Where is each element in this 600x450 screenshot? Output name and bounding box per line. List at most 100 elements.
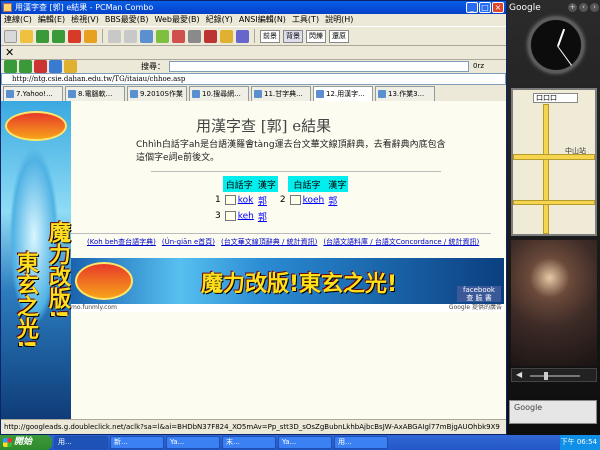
copy-icon[interactable] — [108, 29, 121, 43]
title-bar[interactable]: 用漢字查 [郭] e結果 - PCMan Combo _ □ × — [1, 1, 506, 14]
taskbar: 開始 用... 新... Ya... 末... Ya... 用... 下午 06… — [0, 435, 600, 450]
link-taigi-dictionary[interactable]: (Koh beh查台語字典) — [87, 237, 156, 247]
search-input[interactable] — [169, 61, 469, 72]
sidebar-prev-icon[interactable]: ‹ — [579, 3, 588, 12]
row-number: 3 — [215, 211, 221, 221]
footer-links: (Koh beh查台語字典) (Ún-giān e首頁) (台文華文線頂辭典 /… — [87, 237, 487, 247]
taskbar-item[interactable]: 用... — [334, 436, 388, 449]
close-tab-icon[interactable]: ✕ — [5, 46, 14, 59]
google-gadget-label: Google — [514, 403, 543, 412]
toggle-background[interactable]: 背景 — [283, 29, 303, 43]
page-icon — [6, 90, 14, 98]
menu-item-ansi-edit[interactable]: ANSI編輯(N) — [239, 14, 286, 26]
start-button[interactable]: 開始 — [0, 435, 52, 450]
menu-item-history[interactable]: 紀錄(Y) — [206, 14, 233, 26]
new-connection-icon[interactable] — [4, 29, 17, 43]
speaker-icon[interactable] — [289, 194, 301, 205]
emoticon-icon[interactable] — [236, 29, 249, 43]
reconnect-icon[interactable] — [84, 29, 97, 43]
address-text[interactable]: http://ntg.csie.dahan.edu.tw/TG/itaiau/c… — [2, 75, 185, 83]
disconnect-icon[interactable] — [68, 29, 81, 43]
toggle-blink[interactable]: 閃爍 — [306, 29, 326, 43]
map-location-select[interactable]: 口口口 — [533, 93, 578, 103]
sidebar-header: Google — [509, 3, 541, 13]
tab-2010s[interactable]: 9.2010S作業 — [127, 86, 187, 101]
gear-icon[interactable] — [188, 29, 201, 43]
toggle-restore[interactable]: 還原 — [329, 29, 349, 43]
column-header: 漢字 — [326, 176, 349, 192]
close-button[interactable]: × — [492, 2, 504, 13]
result-word-link[interactable]: koeh — [303, 195, 325, 205]
taskbar-item[interactable]: 用... — [54, 436, 108, 449]
font-icon[interactable] — [172, 29, 185, 43]
bottom-ad-banner[interactable]: 魔力改版!東玄之光! facebook 查 臉 書 — [71, 258, 504, 304]
tab-han-lookup[interactable]: 12.用漢字... — [313, 86, 373, 101]
taskbar-item[interactable]: Ya... — [278, 436, 332, 449]
toggle-foreground[interactable]: 前景 — [260, 29, 280, 43]
nav-back-icon[interactable] — [4, 60, 17, 73]
menu-item-tools[interactable]: 工具(T) — [292, 14, 319, 26]
slider-knob[interactable] — [544, 372, 548, 380]
open-folder-icon[interactable] — [20, 29, 33, 43]
link-home[interactable]: (Ún-giān e首頁) — [162, 237, 215, 247]
menu-item-view[interactable]: 檢視(V) — [71, 14, 99, 26]
table-row: 1 kok 郭 2 koeh 郭 — [213, 192, 348, 208]
tab-homework3[interactable]: 13.作業3... — [375, 86, 435, 101]
menu-item-help[interactable]: 說明(H) — [325, 14, 353, 26]
nav-stop-icon[interactable] — [34, 60, 47, 73]
browser-window: 用漢字查 [郭] e結果 - PCMan Combo _ □ × 連線(C) 編… — [0, 0, 507, 435]
address-book-icon[interactable] — [140, 29, 153, 43]
stop-icon[interactable] — [204, 29, 217, 43]
map-gadget[interactable]: 口口口 中山站 — [511, 88, 597, 236]
nav-home-icon[interactable] — [64, 60, 77, 73]
result-han-link[interactable]: 郭 — [328, 197, 337, 207]
tab-yahoo[interactable]: 7.Yahoo!... — [3, 86, 63, 101]
taskbar-item[interactable]: 新... — [110, 436, 164, 449]
row-number: 1 — [215, 195, 221, 205]
menu-item-bbs-favorites[interactable]: BBS最愛(B) — [105, 14, 149, 26]
ad-url[interactable]: mo.funmly.com — [71, 304, 117, 311]
play-icon[interactable]: ◀ — [516, 370, 522, 379]
speaker-icon[interactable] — [224, 210, 236, 221]
tab-dictionary[interactable]: 11.甘字典... — [251, 86, 311, 101]
nav-refresh-icon[interactable] — [49, 60, 62, 73]
minimize-button[interactable]: _ — [466, 2, 478, 13]
tab-strip: 7.Yahoo!... 8.電腦軟... 9.2010S作業 10.搜尋網...… — [1, 86, 506, 101]
result-han-link[interactable]: 郭 — [258, 197, 267, 207]
windows-logo-icon — [3, 438, 12, 447]
google-search-gadget[interactable]: Google — [509, 400, 597, 424]
maximize-button[interactable]: □ — [479, 2, 491, 13]
speaker-icon[interactable] — [224, 194, 236, 205]
minute-hand — [557, 45, 573, 66]
menu-item-edit[interactable]: 編輯(E) — [38, 14, 65, 26]
game-logo — [5, 111, 67, 141]
menu-item-connect[interactable]: 連線(C) — [4, 14, 32, 26]
tab-software[interactable]: 8.電腦軟... — [65, 86, 125, 101]
nav-forward-icon[interactable] — [19, 60, 32, 73]
back-arrow-icon[interactable] — [36, 29, 49, 43]
menu-item-web-favorites[interactable]: Web最愛(B) — [155, 14, 200, 26]
preferences-icon[interactable] — [156, 29, 169, 43]
volume-slider[interactable] — [530, 375, 580, 377]
tab-search[interactable]: 10.搜尋網... — [189, 86, 249, 101]
ads-by-google[interactable]: Google 提供的廣告 — [449, 304, 502, 312]
result-word-link[interactable]: kok — [238, 195, 254, 205]
facebook-button[interactable]: facebook 查 臉 書 — [457, 286, 501, 302]
taskbar-item[interactable]: 末... — [222, 436, 276, 449]
link-corpus[interactable]: (台語文語料庫 / 台語文Concordance / 統計資訊) — [323, 237, 479, 247]
lock-icon[interactable] — [220, 29, 233, 43]
result-word-link[interactable]: keh — [238, 211, 254, 221]
address-bar[interactable]: http://ntg.csie.dahan.edu.tw/TG/itaiau/c… — [1, 73, 506, 85]
link-online-dictionary[interactable]: (台文華文線頂辭典 / 統計資訊) — [221, 237, 317, 247]
add-gadget-icon[interactable]: + — [568, 3, 577, 12]
taskbar-item[interactable]: Ya... — [166, 436, 220, 449]
paste-icon[interactable] — [124, 29, 137, 43]
table-header-row: 白話字 漢字 白話字 漢字 — [213, 176, 349, 192]
search-engine-select[interactable]: 0rz — [473, 60, 484, 73]
sidebar-next-icon[interactable]: › — [590, 3, 599, 12]
forward-arrow-icon[interactable] — [52, 29, 65, 43]
result-han-link[interactable]: 郭 — [258, 213, 267, 223]
slideshow-photo[interactable] — [511, 240, 597, 366]
system-tray-clock[interactable]: 下午 06:54 — [560, 435, 600, 450]
left-ad-banner[interactable]: 魔力改版! 東玄之光! — [1, 101, 71, 419]
